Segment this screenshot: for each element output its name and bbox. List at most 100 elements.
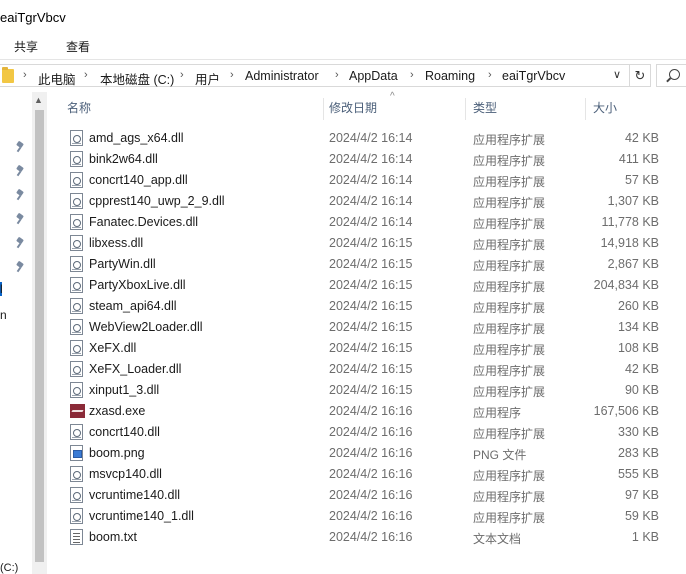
search-input[interactable] xyxy=(656,64,686,87)
chevron-right-icon[interactable]: › xyxy=(488,69,492,81)
pin-icon[interactable] xyxy=(16,262,24,272)
file-type: 应用程序扩展 xyxy=(473,196,546,210)
address-box[interactable]: › 此电脑 › 本地磁盘 (C:) › 用户 › Administrator ›… xyxy=(0,64,630,87)
breadcrumb-roaming[interactable]: Roaming xyxy=(425,69,475,83)
file-size: 59 KB xyxy=(624,509,659,523)
file-row[interactable]: boom.png 2024/4/2 16:16 PNG 文件 283 KB xyxy=(47,443,686,464)
file-type: 应用程序扩展 xyxy=(473,343,546,357)
pin-icon[interactable] xyxy=(16,166,24,176)
tab-view[interactable]: 查看 xyxy=(66,38,90,55)
breadcrumb-administrator[interactable]: Administrator xyxy=(245,69,319,83)
file-row[interactable]: concrt140.dll 2024/4/2 16:16 应用程序扩展 330 KB xyxy=(47,422,686,443)
breadcrumb-users[interactable]: 用户 xyxy=(195,69,220,88)
file-name: XeFX.dll xyxy=(89,341,137,355)
file-date: 2024/4/2 16:15 xyxy=(329,362,413,376)
file-size: 1,307 KB xyxy=(607,194,659,208)
scrollbar-thumb[interactable] xyxy=(35,110,44,562)
file-row[interactable]: PartyXboxLive.dll 2024/4/2 16:15 应用程序扩展 204… xyxy=(47,275,686,296)
column-header-size[interactable]: 大小 xyxy=(573,94,673,122)
file-size: 167,506 KB xyxy=(593,404,659,418)
pin-icon[interactable] xyxy=(16,238,24,248)
breadcrumb-appdata[interactable]: AppData xyxy=(349,69,398,83)
file-type: 应用程序扩展 xyxy=(473,133,546,147)
file-size: 283 KB xyxy=(617,446,659,460)
file-name: PartyXboxLive.dll xyxy=(89,278,186,292)
file-size: 555 KB xyxy=(617,467,659,481)
dll-icon xyxy=(70,319,83,335)
file-size: 14,918 KB xyxy=(600,236,659,250)
file-row[interactable]: amd_ags_x64.dll 2024/4/2 16:14 应用程序扩展 42 KB xyxy=(47,128,686,149)
file-name: msvcp140.dll xyxy=(89,467,162,481)
file-type: 应用程序扩展 xyxy=(473,259,546,273)
tab-share[interactable]: 共享 xyxy=(14,38,38,55)
pin-icon[interactable] xyxy=(16,190,24,200)
dll-icon xyxy=(70,193,83,209)
file-row[interactable]: libxess.dll 2024/4/2 16:15 应用程序扩展 14,918 KB xyxy=(47,233,686,254)
navigation-pane: l n xyxy=(0,92,32,574)
column-header-name[interactable]: 名称 xyxy=(47,94,329,122)
column-header-date[interactable]: 修改日期 xyxy=(309,94,453,122)
file-size: 108 KB xyxy=(617,341,659,355)
file-type: 应用程序扩展 xyxy=(473,490,546,504)
column-header-type[interactable]: 类型 xyxy=(453,94,573,122)
file-row[interactable]: zxasd.exe 2024/4/2 16:16 应用程序 167,506 KB xyxy=(47,401,686,422)
chevron-right-icon[interactable]: › xyxy=(180,69,184,81)
file-row[interactable]: bink2w64.dll 2024/4/2 16:14 应用程序扩展 411 KB xyxy=(47,149,686,170)
file-row[interactable]: vcruntime140_1.dll 2024/4/2 16:16 应用程序扩展 59… xyxy=(47,506,686,527)
file-row[interactable]: steam_api64.dll 2024/4/2 16:15 应用程序扩展 260 K… xyxy=(47,296,686,317)
file-size: 90 KB xyxy=(624,383,659,397)
file-name: vcruntime140.dll xyxy=(89,488,181,502)
file-date: 2024/4/2 16:15 xyxy=(329,341,413,355)
chevron-down-icon[interactable]: ∨ xyxy=(613,68,621,81)
file-size: 330 KB xyxy=(617,425,659,439)
file-row[interactable]: msvcp140.dll 2024/4/2 16:16 应用程序扩展 555 KB xyxy=(47,464,686,485)
dll-icon xyxy=(70,256,83,272)
dll-icon xyxy=(70,382,83,398)
chevron-right-icon[interactable]: › xyxy=(410,69,414,81)
file-date: 2024/4/2 16:15 xyxy=(329,257,413,271)
file-date: 2024/4/2 16:15 xyxy=(329,278,413,292)
file-row[interactable]: cpprest140_uwp_2_9.dll 2024/4/2 16:14 应用程序… xyxy=(47,191,686,212)
nav-scrollbar[interactable]: ▲ xyxy=(32,92,47,574)
chevron-right-icon[interactable]: › xyxy=(84,69,88,81)
file-row[interactable]: concrt140_app.dll 2024/4/2 16:14 应用程序扩展 57 … xyxy=(47,170,686,191)
dll-icon xyxy=(70,130,83,146)
nav-item-fragment[interactable]: l xyxy=(0,282,3,296)
dll-icon xyxy=(70,214,83,230)
window-title: eaiTgrVbcv xyxy=(0,10,66,25)
dll-icon xyxy=(70,277,83,293)
file-size: 260 KB xyxy=(617,299,659,313)
dll-icon xyxy=(70,487,83,503)
file-date: 2024/4/2 16:14 xyxy=(329,173,413,187)
file-row[interactable]: XeFX.dll 2024/4/2 16:15 应用程序扩展 108 KB xyxy=(47,338,686,359)
chevron-right-icon[interactable]: › xyxy=(335,69,339,81)
breadcrumb-this-pc[interactable]: 此电脑 xyxy=(38,69,76,88)
dll-icon xyxy=(70,298,83,314)
file-type: 应用程序扩展 xyxy=(473,385,546,399)
file-size: 57 KB xyxy=(624,173,659,187)
scroll-up-icon[interactable]: ▲ xyxy=(34,95,43,105)
txt-icon xyxy=(70,529,83,545)
breadcrumb-local-disk[interactable]: 本地磁盘 (C:) xyxy=(100,69,174,88)
file-type: 应用程序扩展 xyxy=(473,469,546,483)
file-row[interactable]: vcruntime140.dll 2024/4/2 16:16 应用程序扩展 97 K… xyxy=(47,485,686,506)
file-date: 2024/4/2 16:15 xyxy=(329,320,413,334)
file-row[interactable]: boom.txt 2024/4/2 16:16 文本文档 1 KB xyxy=(47,527,686,548)
file-date: 2024/4/2 16:16 xyxy=(329,425,413,439)
file-row[interactable]: Fanatec.Devices.dll 2024/4/2 16:14 应用程序扩展 1… xyxy=(47,212,686,233)
file-type: 应用程序扩展 xyxy=(473,175,546,189)
file-row[interactable]: XeFX_Loader.dll 2024/4/2 16:15 应用程序扩展 42 KB xyxy=(47,359,686,380)
file-row[interactable]: PartyWin.dll 2024/4/2 16:15 应用程序扩展 2,867 KB xyxy=(47,254,686,275)
pin-icon[interactable] xyxy=(16,142,24,152)
refresh-icon: ↻ xyxy=(634,68,646,83)
nav-item-fragment[interactable]: n xyxy=(0,308,7,322)
refresh-button[interactable]: ↻ xyxy=(630,64,651,87)
chevron-right-icon[interactable]: › xyxy=(230,69,234,81)
file-row[interactable]: xinput1_3.dll 2024/4/2 16:15 应用程序扩展 90 KB xyxy=(47,380,686,401)
file-name: cpprest140_uwp_2_9.dll xyxy=(89,194,225,208)
file-row[interactable]: WebView2Loader.dll 2024/4/2 16:15 应用程序扩展 13… xyxy=(47,317,686,338)
file-name: XeFX_Loader.dll xyxy=(89,362,182,376)
breadcrumb-current-folder[interactable]: eaiTgrVbcv xyxy=(502,69,565,83)
chevron-right-icon[interactable]: › xyxy=(23,69,27,81)
pin-icon[interactable] xyxy=(16,214,24,224)
